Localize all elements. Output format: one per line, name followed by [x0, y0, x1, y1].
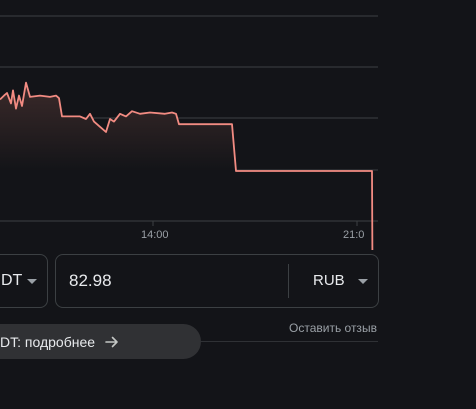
price-chart — [0, 15, 378, 250]
field-divider — [288, 264, 289, 298]
details-label: DT: подробнее — [0, 334, 96, 350]
chevron-down-icon — [27, 279, 37, 284]
from-currency-select[interactable]: DT — [0, 254, 48, 308]
details-button[interactable]: DT: подробнее — [0, 324, 201, 359]
arrow-right-icon — [105, 336, 118, 348]
chevron-down-icon[interactable] — [358, 279, 368, 284]
to-currency-label[interactable]: RUB — [313, 272, 345, 289]
amount-input[interactable]: 82.98 — [69, 271, 112, 291]
from-currency-label: DT — [1, 272, 23, 289]
x-tick-label: 14:00 — [141, 229, 169, 241]
x-tick-label: 21:0 — [343, 229, 365, 241]
amount-field[interactable]: 82.98 RUB — [55, 254, 379, 308]
feedback-link[interactable]: Оставить отзыв — [289, 321, 389, 335]
currency-widget: 14:00 21:0 DT 82.98 RUB Оставить отзыв D… — [0, 0, 476, 409]
